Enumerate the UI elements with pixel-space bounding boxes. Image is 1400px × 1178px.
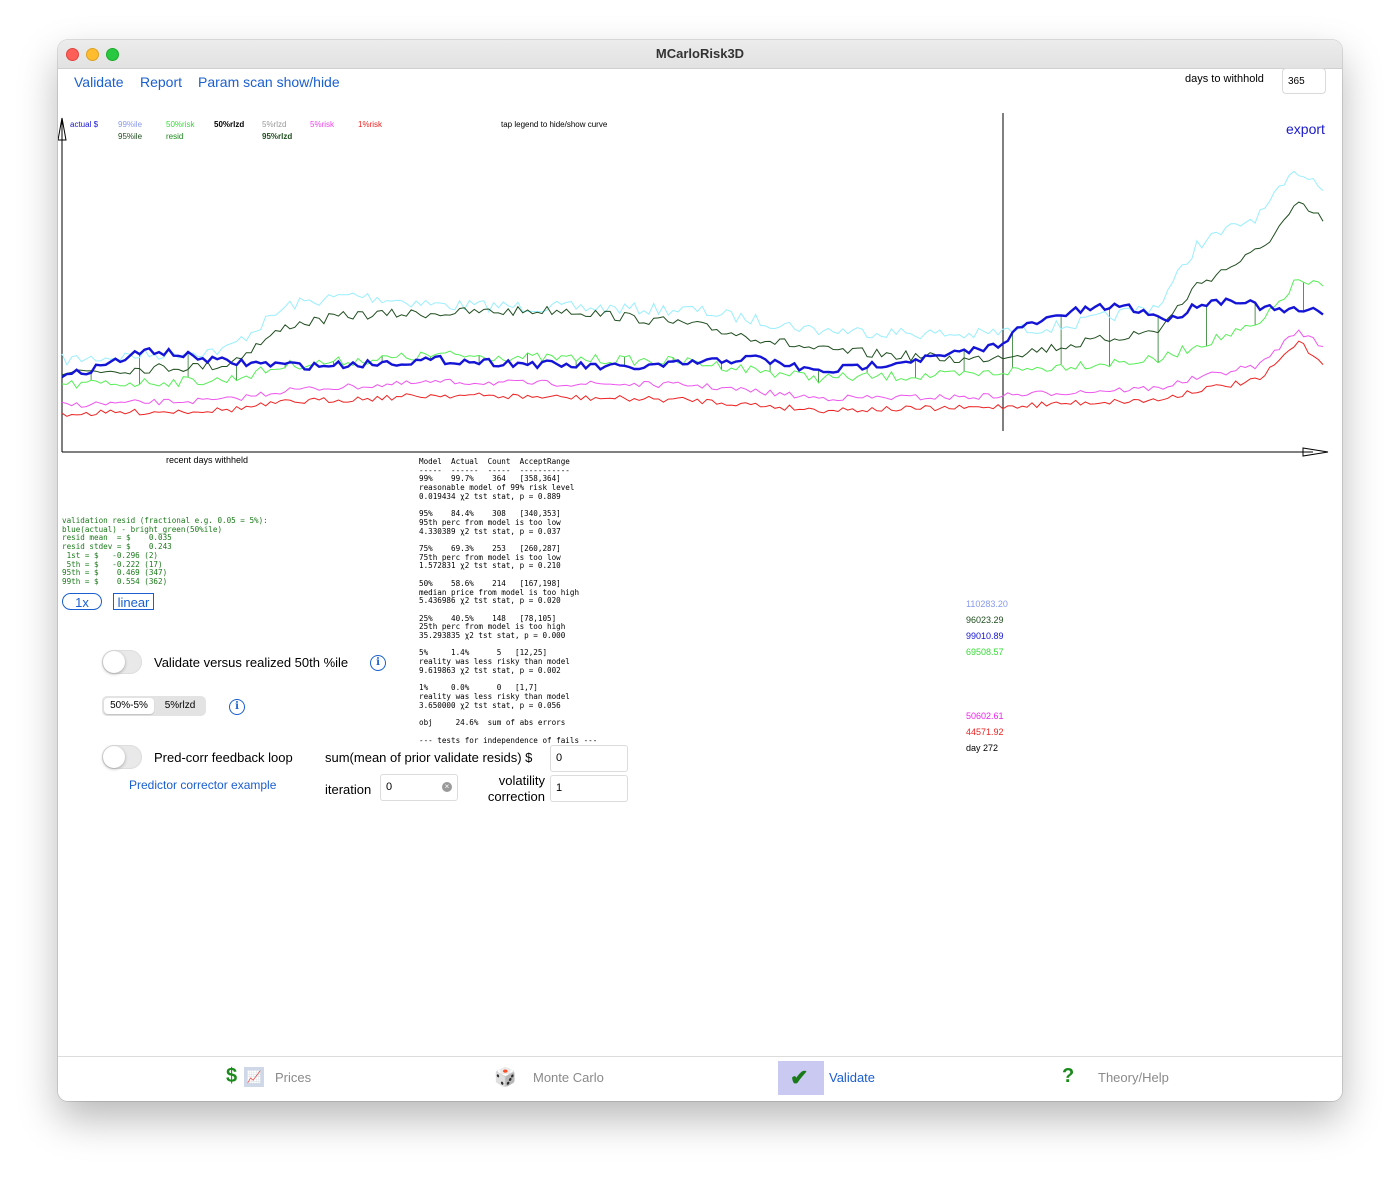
- tab-bar: $ 📈 Prices 🎲 Monte Carlo ✔ Validate ? Th…: [58, 1056, 1342, 1101]
- segment-50-5[interactable]: 50%-5%: [104, 698, 154, 714]
- legend-1-risk[interactable]: 1%risk: [358, 120, 382, 129]
- legend-99-percentile[interactable]: 99%ile: [118, 120, 142, 129]
- dollar-chart-icon: $: [226, 1065, 238, 1087]
- sum-resids-label: sum(mean of prior validate resids) $: [325, 750, 533, 765]
- chart-icon: 📈: [244, 1067, 264, 1087]
- linear-scale-button[interactable]: linear: [113, 593, 154, 610]
- days-to-withhold-label: days to withhold: [1185, 73, 1264, 85]
- legend-actual[interactable]: actual $: [70, 120, 98, 129]
- tab-help[interactable]: ? Theory/Help: [1058, 1057, 1198, 1101]
- pred-corr-toggle[interactable]: [102, 745, 142, 769]
- validate-realized-toggle[interactable]: [102, 650, 142, 674]
- cursor-value-50: 69508.57: [966, 647, 1004, 657]
- segment-5-realized[interactable]: 5%rlzd: [156, 698, 204, 714]
- checkmark-icon: ✔: [790, 1065, 809, 1090]
- cursor-value-1: 44571.92: [966, 727, 1004, 737]
- tab-validate[interactable]: ✔ Validate: [778, 1057, 928, 1101]
- series-95-percentile: [61, 201, 1324, 376]
- series-actual-price: [61, 297, 1324, 379]
- realized-segmented-control[interactable]: 50%-5% 5%rlzd: [102, 696, 206, 716]
- series-50-risk: [61, 279, 1324, 389]
- tab-prices[interactable]: $ 📈 Prices: [224, 1057, 344, 1101]
- legend-50-realized[interactable]: 50%rlzd: [214, 120, 244, 129]
- legend-95-percentile[interactable]: 95%ile: [118, 132, 142, 141]
- x-axis-label: recent days withheld: [166, 455, 249, 465]
- correction-label: correction: [487, 789, 545, 804]
- dice-icon: 🎲: [494, 1067, 517, 1087]
- days-to-withhold-input[interactable]: 365: [1282, 68, 1326, 94]
- iteration-label: iteration: [325, 782, 372, 797]
- report-link[interactable]: Report: [140, 74, 182, 90]
- validate-link[interactable]: Validate: [74, 74, 124, 90]
- series-99-percentile: [61, 170, 1324, 366]
- pred-corr-label: Pred-corr feedback loop: [154, 750, 293, 765]
- question-icon: ?: [1062, 1065, 1075, 1087]
- cursor-value-actual: 99010.89: [966, 631, 1004, 641]
- cursor-value-99: 110283.20: [966, 599, 1008, 609]
- tab-validate-label: Validate: [829, 1070, 876, 1085]
- tab-montecarlo[interactable]: 🎲 Monte Carlo: [492, 1057, 632, 1101]
- window-title: MCarloRisk3D: [655, 46, 745, 61]
- info-icon[interactable]: i: [229, 699, 245, 715]
- cursor-value-5: 50602.61: [966, 711, 1004, 721]
- predictor-corrector-example-link[interactable]: Predictor corrector example: [129, 778, 276, 792]
- validation-stats-text: Model Actual Count AcceptRange ----- ---…: [419, 458, 598, 745]
- legend-resid[interactable]: resid: [166, 132, 183, 141]
- app-window: MCarloRisk3D Validate Report Param scan …: [58, 40, 1342, 1101]
- tab-montecarlo-label: Monte Carlo: [533, 1070, 604, 1085]
- residual-summary-text: validation resid (fractional e.g. 0.05 =…: [62, 516, 268, 586]
- legend-5-risk[interactable]: 5%risk: [310, 120, 334, 129]
- info-icon[interactable]: i: [370, 655, 386, 671]
- zoom-1x-button[interactable]: 1x: [62, 593, 102, 610]
- clear-icon[interactable]: ×: [442, 782, 452, 792]
- volatility-correction-input[interactable]: 1: [550, 775, 628, 802]
- legend-5-realized[interactable]: 5%rlzd: [262, 120, 286, 129]
- legend-95-realized[interactable]: 95%rlzd: [262, 132, 292, 141]
- tab-help-label: Theory/Help: [1098, 1070, 1169, 1085]
- tab-prices-label: Prices: [275, 1070, 312, 1085]
- param-scan-link[interactable]: Param scan show/hide: [198, 74, 340, 90]
- validation-chart[interactable]: [58, 110, 1342, 460]
- volatility-label: volatility: [498, 773, 545, 788]
- legend-50-risk[interactable]: 50%risk: [166, 120, 194, 129]
- legend-hint: tap legend to hide/show curve: [501, 120, 608, 129]
- title-bar: MCarloRisk3D: [58, 40, 1342, 69]
- cursor-day: day 272: [966, 743, 999, 753]
- series-5-risk: [61, 329, 1324, 408]
- validate-realized-label: Validate versus realized 50th %ile: [154, 655, 349, 670]
- cursor-value-95: 96023.29: [966, 615, 1004, 625]
- sum-resids-input[interactable]: 0: [550, 745, 628, 772]
